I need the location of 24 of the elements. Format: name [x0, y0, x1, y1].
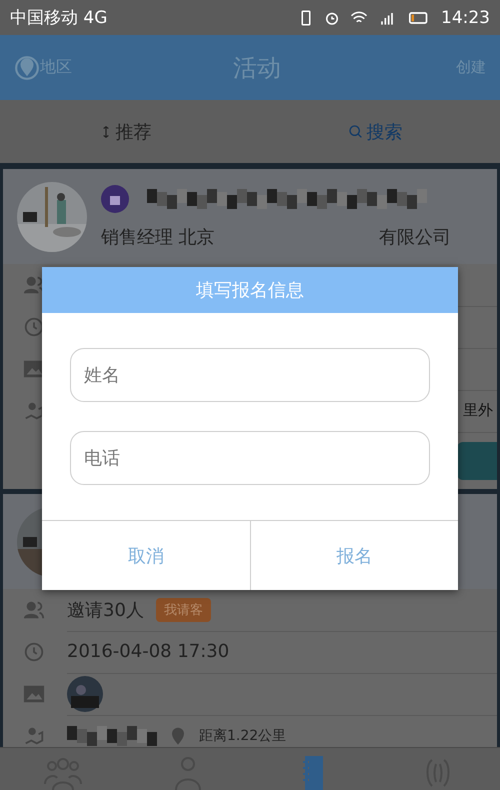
distance-text: 里外 [463, 401, 494, 420]
carrier-label: 中国移动 4G [10, 7, 108, 29]
cancel-button[interactable]: 取消 [42, 521, 250, 590]
time-text: 2016-04-08 17:30 [67, 641, 230, 662]
input-field[interactable]: 电话 [70, 431, 430, 485]
people-icon [23, 274, 45, 296]
distance-text: 距离1.22公里 [199, 726, 286, 744]
image-icon [23, 358, 45, 380]
image-icon [23, 683, 45, 705]
search-icon [348, 124, 364, 140]
signup-button[interactable] [457, 442, 497, 480]
clock-icon [23, 641, 45, 663]
job-text: 销售经理 北京 [101, 226, 215, 248]
sort-button[interactable]: 推荐 [98, 120, 152, 144]
signup-button[interactable]: 报名 [250, 521, 458, 590]
input-field[interactable]: 姓名 [70, 348, 430, 402]
treat-tag: 我请客 [156, 598, 211, 622]
invite-text: 邀请30人 [67, 598, 144, 622]
dialog-title: 填写报名信息 [42, 267, 458, 313]
people-icon [23, 599, 45, 621]
company-text: 有限公司 [379, 226, 451, 248]
clock-time: 14:23 [441, 8, 490, 28]
clock-icon [23, 316, 45, 338]
search-button[interactable]: 搜索 [348, 120, 402, 144]
